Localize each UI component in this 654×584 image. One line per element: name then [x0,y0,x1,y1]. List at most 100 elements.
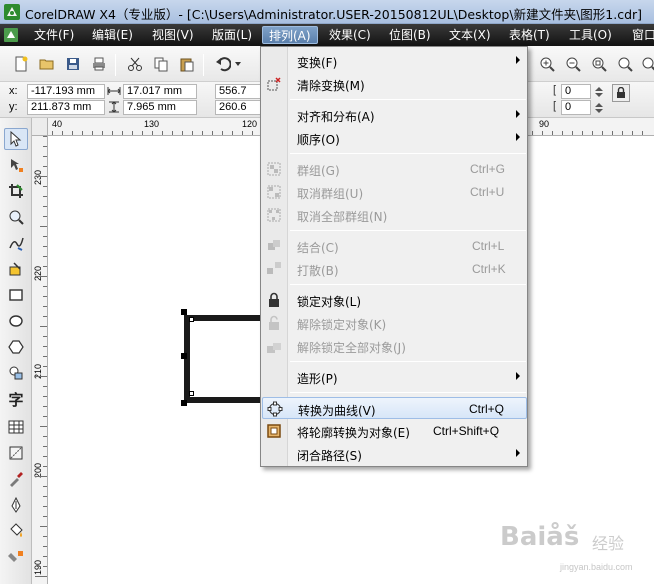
ruler-origin[interactable] [32,118,48,136]
interactive-blend-tool-icon[interactable] [4,442,28,464]
scale-x-field[interactable]: 556.7 [215,84,261,99]
ruler-tick [222,131,223,135]
basic-shapes-tool-icon[interactable] [4,362,28,384]
node-handle[interactable] [189,391,194,396]
zoom-selected-icon[interactable] [638,53,654,75]
menu-edit[interactable]: 编辑(E) [86,26,139,44]
menu-text[interactable]: 文本(X) [443,26,497,44]
ruler-tick [232,131,233,135]
zoom-tool-icon[interactable] [4,206,28,228]
outline-to-object-icon [267,424,281,438]
menu-item-transform[interactable]: 变换(F) [262,50,527,72]
undo-dropdown-icon[interactable] [233,53,243,75]
lock-ratio-icon[interactable] [612,84,630,102]
fill-tool-icon[interactable] [4,520,28,542]
watermark-url: jingyan.baidu.com [560,562,633,572]
ruler-tick [43,206,47,207]
selection-handle[interactable] [181,353,187,359]
menu-arrange[interactable]: 排列(A) [262,26,318,44]
pick-tool-icon[interactable] [4,128,28,150]
x-position-field[interactable]: -117.193 mm [27,84,105,99]
smart-fill-tool-icon[interactable] [4,258,28,280]
ruler-tick [43,556,47,557]
menu-item-clear-transform[interactable]: 清除变换(M) [262,73,527,95]
menu-item-align-distribute[interactable]: 对齐和分布(A) [262,104,527,126]
ruler-label: 40 [52,119,63,129]
outline-tool-icon[interactable] [4,494,28,516]
menu-item-ungroup[interactable]: 取消群组(U) Ctrl+U [262,181,527,203]
ruler-tick [40,226,47,227]
menu-item-convert-to-curves[interactable]: 转换为曲线(V) Ctrl+Q [262,397,527,419]
baidu-watermark-logo: Baiåš 经验 [500,522,640,562]
spin-buttons-icon[interactable] [590,100,608,115]
submenu-arrow-icon [516,110,520,118]
zoom-out-icon[interactable] [562,53,584,75]
ruler-tick [43,256,47,257]
ruler-tick [162,131,163,135]
menu-item-unlock-all[interactable]: 解除锁定全部对象(J) [262,335,527,357]
cut-icon[interactable] [124,53,146,75]
unlock-all-icon [267,343,281,353]
menu-item-unlock-object[interactable]: 解除锁定对象(K) [262,312,527,334]
ruler-tick [43,416,47,417]
spin-buttons-icon[interactable] [590,84,608,99]
freehand-tool-icon[interactable] [4,232,28,254]
undo-icon[interactable] [212,53,234,75]
new-document-icon[interactable] [10,53,32,75]
width-field[interactable]: 17.017 mm [123,84,197,99]
paste-icon[interactable] [176,53,198,75]
eyedropper-tool-icon[interactable] [4,468,28,490]
menu-item-lock-object[interactable]: 锁定对象(L) [262,289,527,311]
zoom-in-icon[interactable] [536,53,558,75]
node-handle[interactable] [189,317,194,322]
ruler-tick [43,536,47,537]
menu-item-order[interactable]: 顺序(O) [262,127,527,149]
zoom-page-icon[interactable] [614,53,636,75]
menu-file[interactable]: 文件(F) [28,26,80,44]
selection-handle[interactable] [181,400,187,406]
polygon-tool-icon[interactable] [4,336,28,358]
menu-item-shaping[interactable]: 造形(P) [262,366,527,388]
menu-effects[interactable]: 效果(C) [323,26,377,44]
corner-value-1[interactable]: 0 [561,84,591,99]
menu-item-group[interactable]: 群组(G) Ctrl+G [262,158,527,180]
ruler-tick [43,186,47,187]
copy-icon[interactable] [150,53,172,75]
ruler-tick [43,246,47,247]
save-icon[interactable] [62,53,84,75]
table-tool-icon[interactable] [4,416,28,438]
zoom-fit-icon[interactable] [588,53,610,75]
menu-item-convert-outline-to-object[interactable]: 将轮廓转换为对象(E) Ctrl+Shift+Q [262,420,527,442]
watermark-sub: 经验 [592,534,625,553]
menu-tools[interactable]: 工具(O) [563,26,618,44]
document-icon[interactable] [3,27,19,43]
scale-y-field[interactable]: 260.6 [215,100,261,115]
menu-window[interactable]: 窗口 [626,26,654,44]
menu-view[interactable]: 视图(V) [146,26,200,44]
corner-value-2[interactable]: 0 [561,100,591,115]
height-field[interactable]: 7.965 mm [123,100,197,115]
clear-transform-icon [267,77,281,91]
menu-item-combine[interactable]: 结合(C) Ctrl+L [262,235,527,257]
menu-item-ungroup-all[interactable]: 取消全部群组(N) [262,204,527,226]
rectangle-tool-icon[interactable] [4,284,28,306]
print-icon[interactable] [88,53,110,75]
ruler-tick [40,426,47,427]
menu-table[interactable]: 表格(T) [503,26,556,44]
menu-item-label: 群组(G) [297,164,340,178]
submenu-arrow-icon [516,449,520,457]
menu-item-close-path[interactable]: 闭合路径(S) [262,443,527,465]
menu-bitmaps[interactable]: 位图(B) [383,26,437,44]
shape-tool-icon[interactable] [4,154,28,176]
vertical-ruler[interactable]: 230 220 210 200 190 [32,136,48,584]
menu-item-label: 转换为曲线(V) [298,404,376,418]
ellipse-tool-icon[interactable] [4,310,28,332]
menu-layout[interactable]: 版面(L) [206,26,258,44]
open-folder-icon[interactable] [36,53,58,75]
selection-handle[interactable] [181,309,187,315]
text-tool-icon[interactable]: 字 [4,388,28,410]
y-position-field[interactable]: 211.873 mm [27,100,105,115]
interactive-fill-tool-icon[interactable] [4,546,28,568]
menu-item-break-apart[interactable]: 打散(B) Ctrl+K [262,258,527,280]
crop-tool-icon[interactable] [4,180,28,202]
